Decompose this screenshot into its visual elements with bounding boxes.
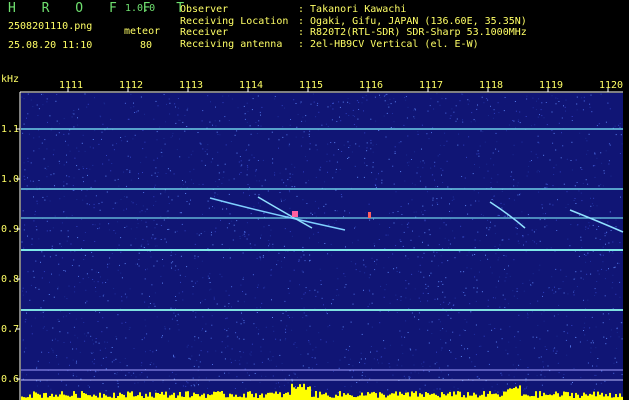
meteor-echo-spot xyxy=(368,212,371,218)
y-ticks xyxy=(16,128,20,380)
spectrogram xyxy=(16,88,624,400)
x-ticks xyxy=(67,88,609,92)
meteor-echo-spot xyxy=(292,211,298,217)
waterfall-area xyxy=(21,93,623,400)
